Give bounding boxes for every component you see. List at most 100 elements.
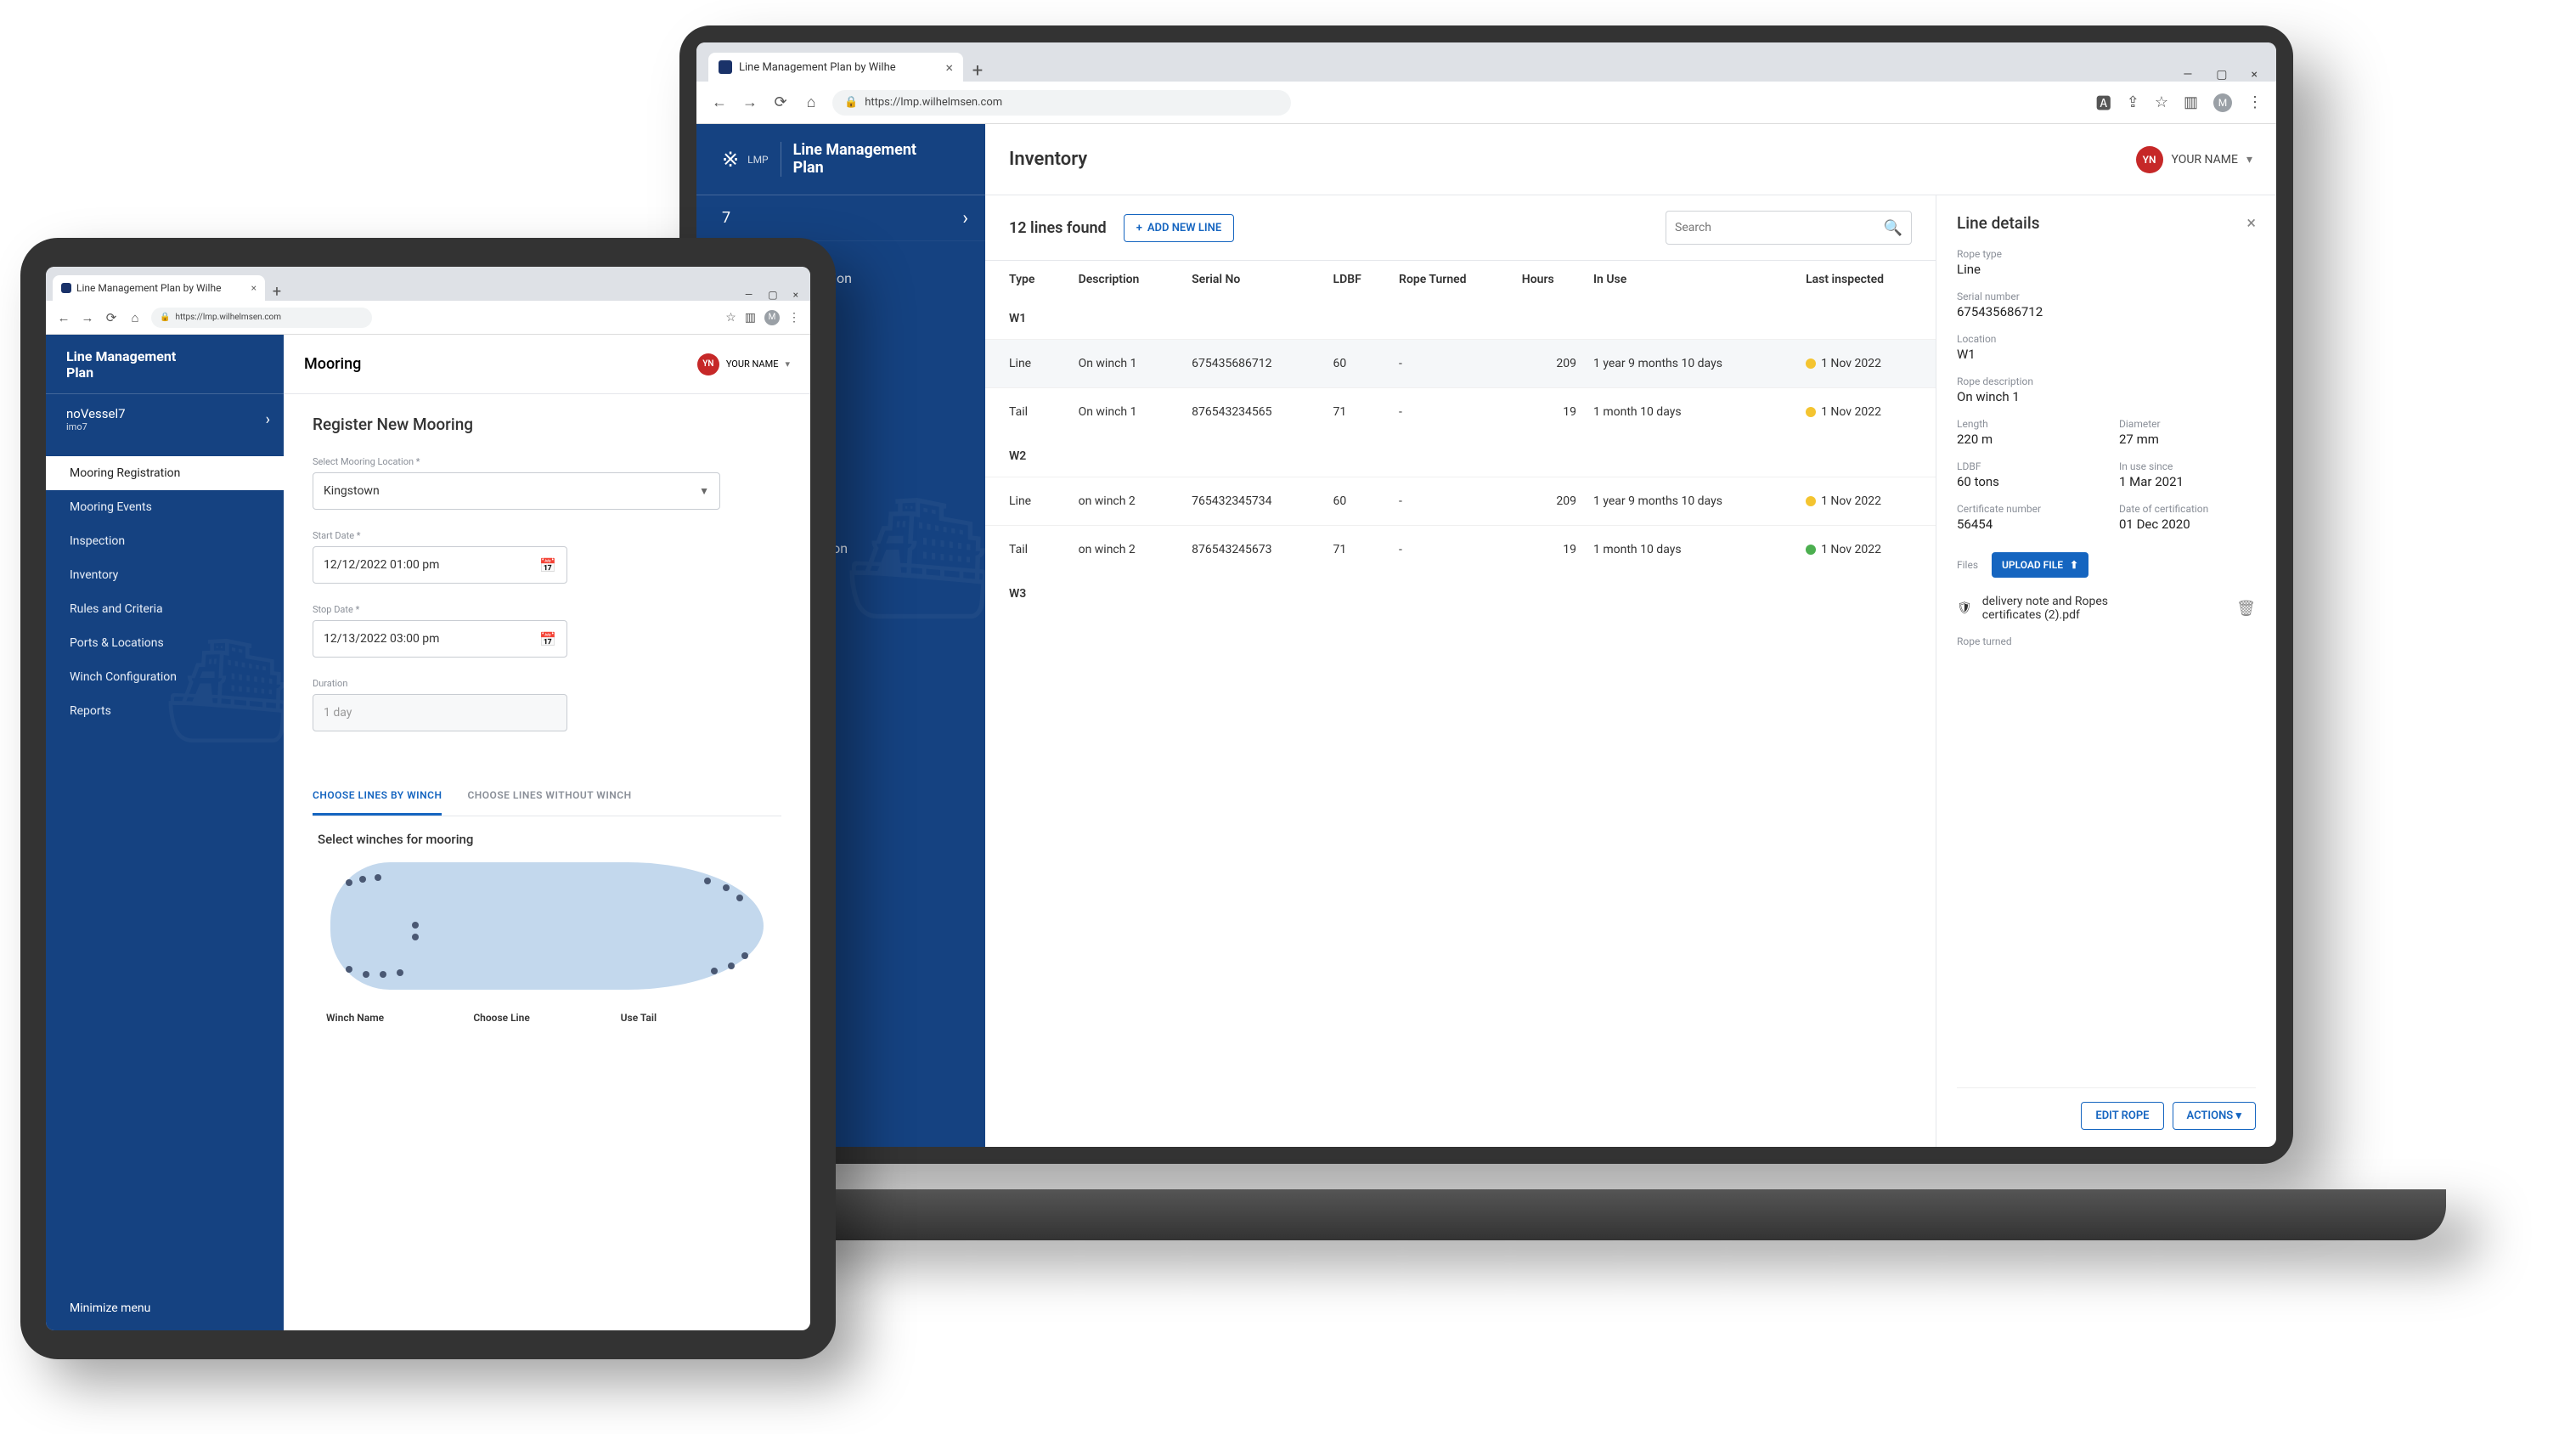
col-last: Last inspected bbox=[1797, 261, 1936, 298]
nav-ports-locations[interactable]: Ports & Locations bbox=[46, 626, 284, 660]
edit-rope-button[interactable]: EDIT ROPE bbox=[2081, 1102, 2163, 1130]
winch-dot[interactable] bbox=[346, 966, 352, 973]
extensions-icon[interactable]: ▥ bbox=[745, 311, 756, 325]
table-row[interactable]: LineOn winch 1675435686712 60-209 1 year… bbox=[985, 340, 1936, 388]
nav-winch-config[interactable]: Winch Configuration bbox=[46, 660, 284, 694]
winch-dot[interactable] bbox=[363, 971, 369, 978]
group-w1: W1 bbox=[985, 298, 1936, 340]
close-window-icon[interactable]: × bbox=[793, 289, 798, 301]
nav-mooring-events[interactable]: Mooring Events bbox=[46, 490, 284, 524]
address-bar[interactable]: 🔒 https://lmp.wilhelmsen.com bbox=[151, 308, 372, 328]
minimize-menu[interactable]: Minimize menu bbox=[46, 1286, 284, 1330]
nav-mooring-registration[interactable]: Mooring Registration bbox=[46, 456, 284, 490]
back-icon[interactable]: ← bbox=[710, 93, 729, 111]
profile-avatar[interactable]: M bbox=[764, 310, 780, 325]
tab-title: Line Management Plan by Wilhe bbox=[739, 61, 896, 74]
winch-dot[interactable] bbox=[728, 963, 735, 969]
translate-icon[interactable]: 🅰 bbox=[2096, 92, 2111, 114]
user-avatar: YN bbox=[697, 353, 719, 375]
new-tab-button[interactable]: + bbox=[265, 283, 289, 301]
bookmark-icon[interactable]: ☆ bbox=[2155, 93, 2168, 111]
profile-avatar[interactable]: M bbox=[2213, 93, 2232, 112]
winch-dot[interactable] bbox=[346, 879, 352, 886]
maximize-icon[interactable]: ▢ bbox=[768, 289, 777, 301]
search-icon[interactable]: 🔍 bbox=[1884, 219, 1902, 237]
user-menu[interactable]: YN YOUR NAME ▾ bbox=[697, 353, 790, 375]
new-tab-button[interactable]: + bbox=[963, 60, 992, 82]
reload-icon[interactable]: ⟳ bbox=[771, 93, 790, 111]
tab-close-icon[interactable]: × bbox=[945, 59, 953, 76]
col-ldbf: LDBF bbox=[1325, 261, 1391, 298]
nav-reports[interactable]: Reports bbox=[46, 694, 284, 728]
winch-dot[interactable] bbox=[741, 952, 748, 959]
winch-dot[interactable] bbox=[704, 878, 711, 884]
browser-tab-strip: Line Management Plan by Wilhe × + — ▢ × bbox=[46, 267, 810, 301]
browser-tab[interactable]: Line Management Plan by Wilhe × bbox=[708, 53, 963, 82]
winch-dot[interactable] bbox=[412, 934, 419, 940]
forward-icon[interactable]: → bbox=[80, 310, 95, 325]
winch-dot[interactable] bbox=[359, 876, 366, 883]
user-menu[interactable]: YN YOUR NAME ▾ bbox=[2136, 146, 2252, 173]
minimize-icon[interactable]: — bbox=[2183, 68, 2192, 82]
table-row[interactable]: Tailon winch 2876543245673 71-19 1 month… bbox=[985, 526, 1936, 574]
upload-file-button[interactable]: UPLOAD FILE ⬆ bbox=[1992, 552, 2088, 578]
reload-icon[interactable]: ⟳ bbox=[104, 310, 119, 325]
close-panel-icon[interactable]: × bbox=[2246, 212, 2256, 233]
address-bar[interactable]: 🔒 https://lmp.wilhelmsen.com bbox=[832, 90, 1291, 116]
nav-rules-criteria[interactable]: Rules and Criteria bbox=[46, 592, 284, 626]
nav-inventory[interactable]: Inventory bbox=[46, 558, 284, 592]
ship-plan-diagram[interactable] bbox=[330, 862, 764, 990]
search-box[interactable]: 🔍 bbox=[1666, 211, 1912, 245]
add-new-line-button[interactable]: + ADD NEW LINE bbox=[1124, 214, 1234, 242]
home-icon[interactable]: ⌂ bbox=[802, 93, 820, 111]
winch-dot[interactable] bbox=[736, 895, 743, 901]
col-type: Type bbox=[985, 261, 1070, 298]
tab-by-winch[interactable]: CHOOSE LINES BY WINCH bbox=[313, 781, 442, 816]
col-turned: Rope Turned bbox=[1390, 261, 1513, 298]
lock-icon: 🔒 bbox=[160, 313, 170, 322]
maximize-icon[interactable]: ▢ bbox=[2216, 68, 2227, 82]
winch-dot[interactable] bbox=[412, 922, 419, 929]
mooring-location-select[interactable]: Kingstown ▼ bbox=[313, 472, 720, 510]
kebab-menu-icon[interactable]: ⋮ bbox=[2247, 93, 2263, 111]
extensions-icon[interactable]: ▥ bbox=[2184, 93, 2198, 111]
inventory-panel: 12 lines found + ADD NEW LINE 🔍 bbox=[985, 195, 1936, 1147]
kebab-menu-icon[interactable]: ⋮ bbox=[788, 311, 800, 325]
back-icon[interactable]: ← bbox=[56, 310, 71, 325]
label-stop-date: Stop Date * bbox=[313, 604, 781, 615]
vessel-selector[interactable]: noVessel7 imo7 › bbox=[46, 394, 284, 444]
browser-tab[interactable]: Line Management Plan by Wilhe × bbox=[53, 275, 265, 301]
start-date-input[interactable]: 12/12/2022 01:00 pm 📅 bbox=[313, 546, 567, 584]
vessel-selector[interactable]: imoVessel 7 7 › bbox=[696, 195, 985, 241]
file-name[interactable]: delivery note and Ropes certificates (2)… bbox=[1982, 595, 2152, 622]
winch-dot[interactable] bbox=[711, 968, 718, 974]
calendar-icon[interactable]: 📅 bbox=[539, 557, 556, 573]
actions-button[interactable]: ACTIONS ▾ bbox=[2173, 1102, 2256, 1130]
tab-favicon bbox=[61, 283, 71, 293]
tab-without-winch[interactable]: CHOOSE LINES WITHOUT WINCH bbox=[467, 781, 631, 816]
winch-dot[interactable] bbox=[723, 884, 730, 891]
minimize-icon[interactable]: — bbox=[745, 289, 753, 301]
forward-icon[interactable]: → bbox=[741, 93, 759, 111]
winch-dot[interactable] bbox=[397, 969, 403, 976]
search-input[interactable] bbox=[1675, 221, 1884, 234]
delete-file-icon[interactable]: 🗑 bbox=[2236, 600, 2256, 618]
status-dot-icon bbox=[1806, 545, 1816, 555]
page-title: Mooring bbox=[304, 355, 361, 373]
close-window-icon[interactable]: × bbox=[2252, 68, 2258, 82]
browser-tab-strip: Line Management Plan by Wilhe × + — ▢ × bbox=[696, 42, 2276, 82]
inventory-header: 12 lines found + ADD NEW LINE 🔍 bbox=[985, 195, 1936, 261]
tab-close-icon[interactable]: × bbox=[251, 282, 256, 294]
shield-icon: 🛡 bbox=[1957, 601, 1972, 615]
winch-dot[interactable] bbox=[375, 874, 381, 881]
winch-dot[interactable] bbox=[380, 971, 386, 978]
calendar-icon[interactable]: 📅 bbox=[539, 631, 556, 647]
bookmark-icon[interactable]: ☆ bbox=[725, 311, 736, 325]
home-icon[interactable]: ⌂ bbox=[127, 310, 143, 325]
table-row[interactable]: TailOn winch 1876543234565 71-19 1 month… bbox=[985, 388, 1936, 437]
nav-inspection[interactable]: Inspection bbox=[46, 524, 284, 558]
stop-date-input[interactable]: 12/13/2022 03:00 pm 📅 bbox=[313, 620, 567, 658]
table-row[interactable]: Lineon winch 2765432345734 60-209 1 year… bbox=[985, 477, 1936, 526]
share-icon[interactable]: ⇪ bbox=[2127, 93, 2139, 111]
chevron-down-icon: ▾ bbox=[785, 358, 790, 370]
